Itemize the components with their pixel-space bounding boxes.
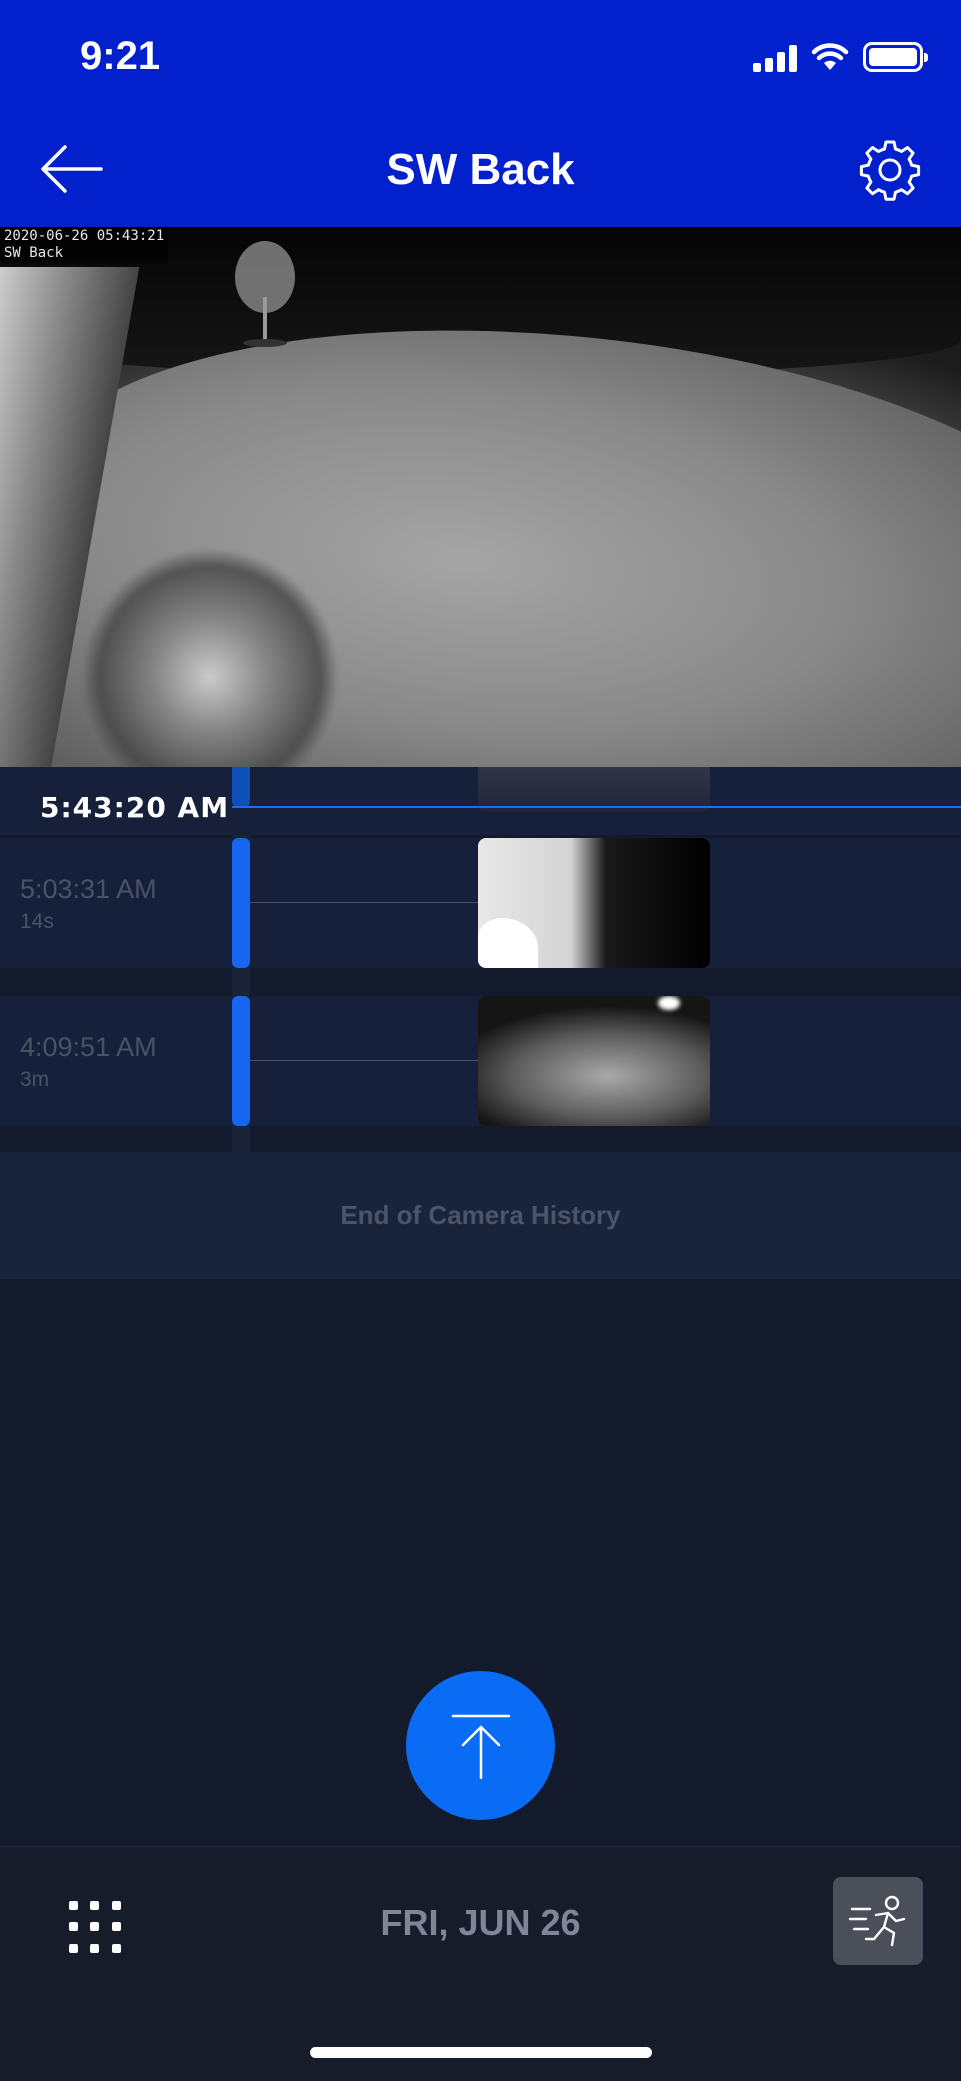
timeline-segment [232,767,250,807]
event-duration: 14s [20,910,54,933]
camera-tree [235,241,295,347]
settings-button[interactable] [855,135,925,205]
date-selector[interactable]: FRI, JUN 26 [0,1902,961,1944]
history-end: End of Camera History [0,1152,961,1279]
event-connector [250,902,478,903]
wifi-icon [811,43,849,70]
status-bar: 9:21 [0,0,961,115]
event-time: 4:09:51 AM [20,1032,157,1062]
event-row[interactable]: 5:03:31 AM 14s [0,838,961,968]
home-indicator[interactable] [310,2047,652,2058]
camera-feed[interactable]: 2020-06-26 05:43:21 SW Back [0,227,961,767]
battery-icon [863,42,928,72]
status-time: 9:21 [80,34,161,78]
event-duration: 3m [20,1068,50,1091]
cellular-signal-icon [753,44,797,72]
scroll-to-top-button[interactable] [406,1671,555,1820]
camera-overlay-name: SW Back [4,245,64,261]
camera-flowerbed [80,547,340,767]
event-time: 5:03:31 AM [20,874,157,904]
event-thumbnail[interactable] [478,996,710,1126]
playhead-time: 5:43:20 AM [40,791,230,824]
bottom-bar: FRI, JUN 26 [0,1846,961,2081]
nav-bar: SW Back [0,115,961,227]
camera-overlay-timestamp: 2020-06-26 05:43:21 [4,228,165,244]
page-title: SW Back [386,145,575,194]
playhead-line [232,806,961,808]
running-person-icon [848,1895,906,1947]
history-end-label: End of Camera History [340,1200,621,1230]
event-bar [232,838,250,968]
arrow-up-icon [451,1714,510,1779]
gear-icon [859,140,921,201]
motion-filter-button[interactable] [833,1877,923,1965]
current-position-row: 5:43:20 AM [0,767,961,835]
status-icons [753,42,928,72]
event-thumbnail[interactable] [478,838,710,968]
event-bar [232,996,250,1126]
event-row[interactable]: 4:09:51 AM 3m [0,996,961,1126]
camera-overlay: 2020-06-26 05:43:21 SW Back [0,227,169,263]
event-connector [250,1060,478,1061]
